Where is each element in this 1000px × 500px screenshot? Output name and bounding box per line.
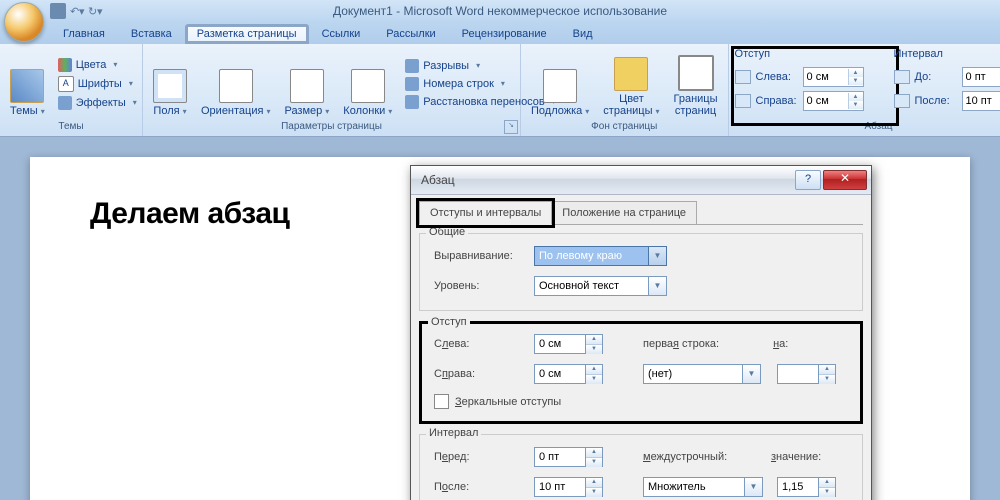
group-label-page-bg: Фон страницы <box>527 119 722 134</box>
line-spacing-value-spinner[interactable]: ▲▼ <box>777 477 836 497</box>
legend-indent: Отступ <box>428 316 470 328</box>
breaks-icon <box>405 59 419 73</box>
tab-insert[interactable]: Вставка <box>118 23 185 44</box>
fonts-icon: A <box>58 76 74 92</box>
line-spacing-combo[interactable]: ▼ <box>643 477 763 497</box>
hyphenation-icon <box>405 95 419 109</box>
columns-button[interactable]: Колонки <box>339 48 396 119</box>
office-button[interactable] <box>4 2 44 42</box>
page-setup-launcher[interactable]: ↘ <box>504 120 518 134</box>
indent-left-label: Слева: <box>756 71 798 83</box>
space-before-label: До: <box>915 71 957 83</box>
line-spacing-label: междустрочный: <box>643 451 743 463</box>
fieldset-indent: Отступ Слева: ▲▼ первая строка: на: Спра… <box>419 321 863 424</box>
dlg-after-spinner[interactable]: ▲▼ <box>534 477 603 497</box>
tab-home[interactable]: Главная <box>50 23 118 44</box>
mirror-indents-label: Зеркальные отступы <box>455 396 561 408</box>
theme-fonts-button[interactable]: AШрифты <box>55 75 140 93</box>
indent-left-icon <box>735 70 751 84</box>
dlg-indent-right-spinner[interactable]: ▲▼ <box>534 364 603 384</box>
value-label: значение: <box>771 451 821 463</box>
save-icon[interactable] <box>50 3 66 19</box>
spacing-heading: Интервал <box>894 48 1000 60</box>
dlg-before-spinner[interactable]: ▲▼ <box>534 447 603 467</box>
legend-spacing: Интервал <box>426 427 481 439</box>
group-paragraph: Отступ Слева: ▲▼ Справа: ▲▼ Интервал До: ▲▼… <box>729 44 1000 136</box>
ribbon-tabs: Главная Вставка Разметка страницы Ссылки… <box>0 22 1000 44</box>
level-combo[interactable]: ▼ <box>534 276 667 296</box>
indent-heading: Отступ <box>735 48 864 60</box>
page-borders-icon <box>678 55 714 91</box>
ribbon: Темы Цвета AШрифты Эффекты Темы Поля Ори… <box>0 44 1000 137</box>
level-label: Уровень: <box>434 280 534 292</box>
page-color-button[interactable]: Цвет страницы <box>599 48 663 119</box>
paragraph-dialog: Абзац ? ✕ Отступы и интервалы Положение … <box>410 165 872 500</box>
fieldset-spacing: Интервал Перед: ▲▼ междустрочный: значен… <box>419 434 863 500</box>
first-line-combo[interactable]: ▼ <box>643 364 761 384</box>
group-page-setup: Поля Ориентация Размер Колонки Разрывы Н… <box>143 44 521 136</box>
dlg-indent-right-label: Справа: <box>434 368 534 380</box>
watermark-icon <box>543 69 577 103</box>
effects-icon <box>58 96 72 110</box>
first-line-label: первая строка: <box>643 338 719 350</box>
orientation-icon <box>219 69 253 103</box>
columns-icon <box>351 69 385 103</box>
group-page-background: Подложка Цвет страницы Границы страниц Ф… <box>521 44 729 136</box>
indent-right-label: Справа: <box>756 95 798 107</box>
size-button[interactable]: Размер <box>280 48 333 119</box>
mirror-indents-checkbox[interactable] <box>434 394 449 409</box>
dialog-help-button[interactable]: ? <box>795 170 821 190</box>
dialog-tab-indents[interactable]: Отступы и интервалы <box>419 201 552 225</box>
theme-colors-button[interactable]: Цвета <box>55 57 140 73</box>
quick-access-toolbar: ↶ ▾ ↻ ▾ <box>50 3 102 19</box>
dlg-indent-left-spinner[interactable]: ▲▼ <box>534 334 603 354</box>
dialog-close-button[interactable]: ✕ <box>823 170 867 190</box>
line-numbers-icon <box>405 77 419 91</box>
first-line-on-spinner[interactable]: ▲▼ <box>777 364 836 384</box>
legend-general: Общие <box>426 226 468 238</box>
orientation-button[interactable]: Ориентация <box>197 48 274 119</box>
space-after-spinner[interactable]: ▲▼ <box>962 91 1000 111</box>
size-icon <box>290 69 324 103</box>
dlg-before-label: Перед: <box>434 451 534 463</box>
tab-references[interactable]: Ссылки <box>309 23 374 44</box>
window-title: Документ1 - Microsoft Word некоммерческо… <box>333 4 667 18</box>
space-before-icon <box>894 70 910 84</box>
tab-mailings[interactable]: Рассылки <box>373 23 448 44</box>
alignment-combo[interactable]: ▼ <box>534 246 667 266</box>
indent-right-icon <box>735 94 751 108</box>
theme-effects-button[interactable]: Эффекты <box>55 95 140 111</box>
tab-view[interactable]: Вид <box>560 23 606 44</box>
colors-icon <box>58 58 72 72</box>
group-label-paragraph: Абзац <box>735 119 1000 134</box>
tab-page-layout[interactable]: Разметка страницы <box>185 24 309 44</box>
watermark-button[interactable]: Подложка <box>527 48 593 119</box>
indent-left-spinner[interactable]: ▲▼ <box>803 67 864 87</box>
fieldset-general: Общие Выравнивание: ▼ Уровень: ▼ <box>419 233 863 311</box>
space-after-label: После: <box>915 95 957 107</box>
space-before-spinner[interactable]: ▲▼ <box>962 67 1000 87</box>
alignment-label: Выравнивание: <box>434 250 534 262</box>
group-label-themes: Темы <box>6 119 136 134</box>
space-after-icon <box>894 94 910 108</box>
dlg-after-label: После: <box>434 481 534 493</box>
dialog-title: Абзац <box>421 173 455 187</box>
themes-button[interactable]: Темы <box>6 48 49 119</box>
indent-right-spinner[interactable]: ▲▼ <box>803 91 864 111</box>
dialog-tab-position[interactable]: Положение на странице <box>551 201 697 225</box>
group-themes: Темы Цвета AШрифты Эффекты Темы <box>0 44 143 136</box>
margins-icon <box>153 69 187 103</box>
margins-button[interactable]: Поля <box>149 48 191 119</box>
group-label-page-setup: Параметры страницы <box>149 119 514 134</box>
themes-icon <box>10 69 44 103</box>
dlg-indent-left-label: Слева: <box>434 338 534 350</box>
tab-review[interactable]: Рецензирование <box>449 23 560 44</box>
on-label: на: <box>773 338 788 350</box>
undo-icon[interactable]: ↶ <box>70 5 75 18</box>
page-borders-button[interactable]: Границы страниц <box>670 48 722 119</box>
page-color-icon <box>614 57 648 91</box>
redo-icon[interactable]: ↻ <box>88 5 93 18</box>
